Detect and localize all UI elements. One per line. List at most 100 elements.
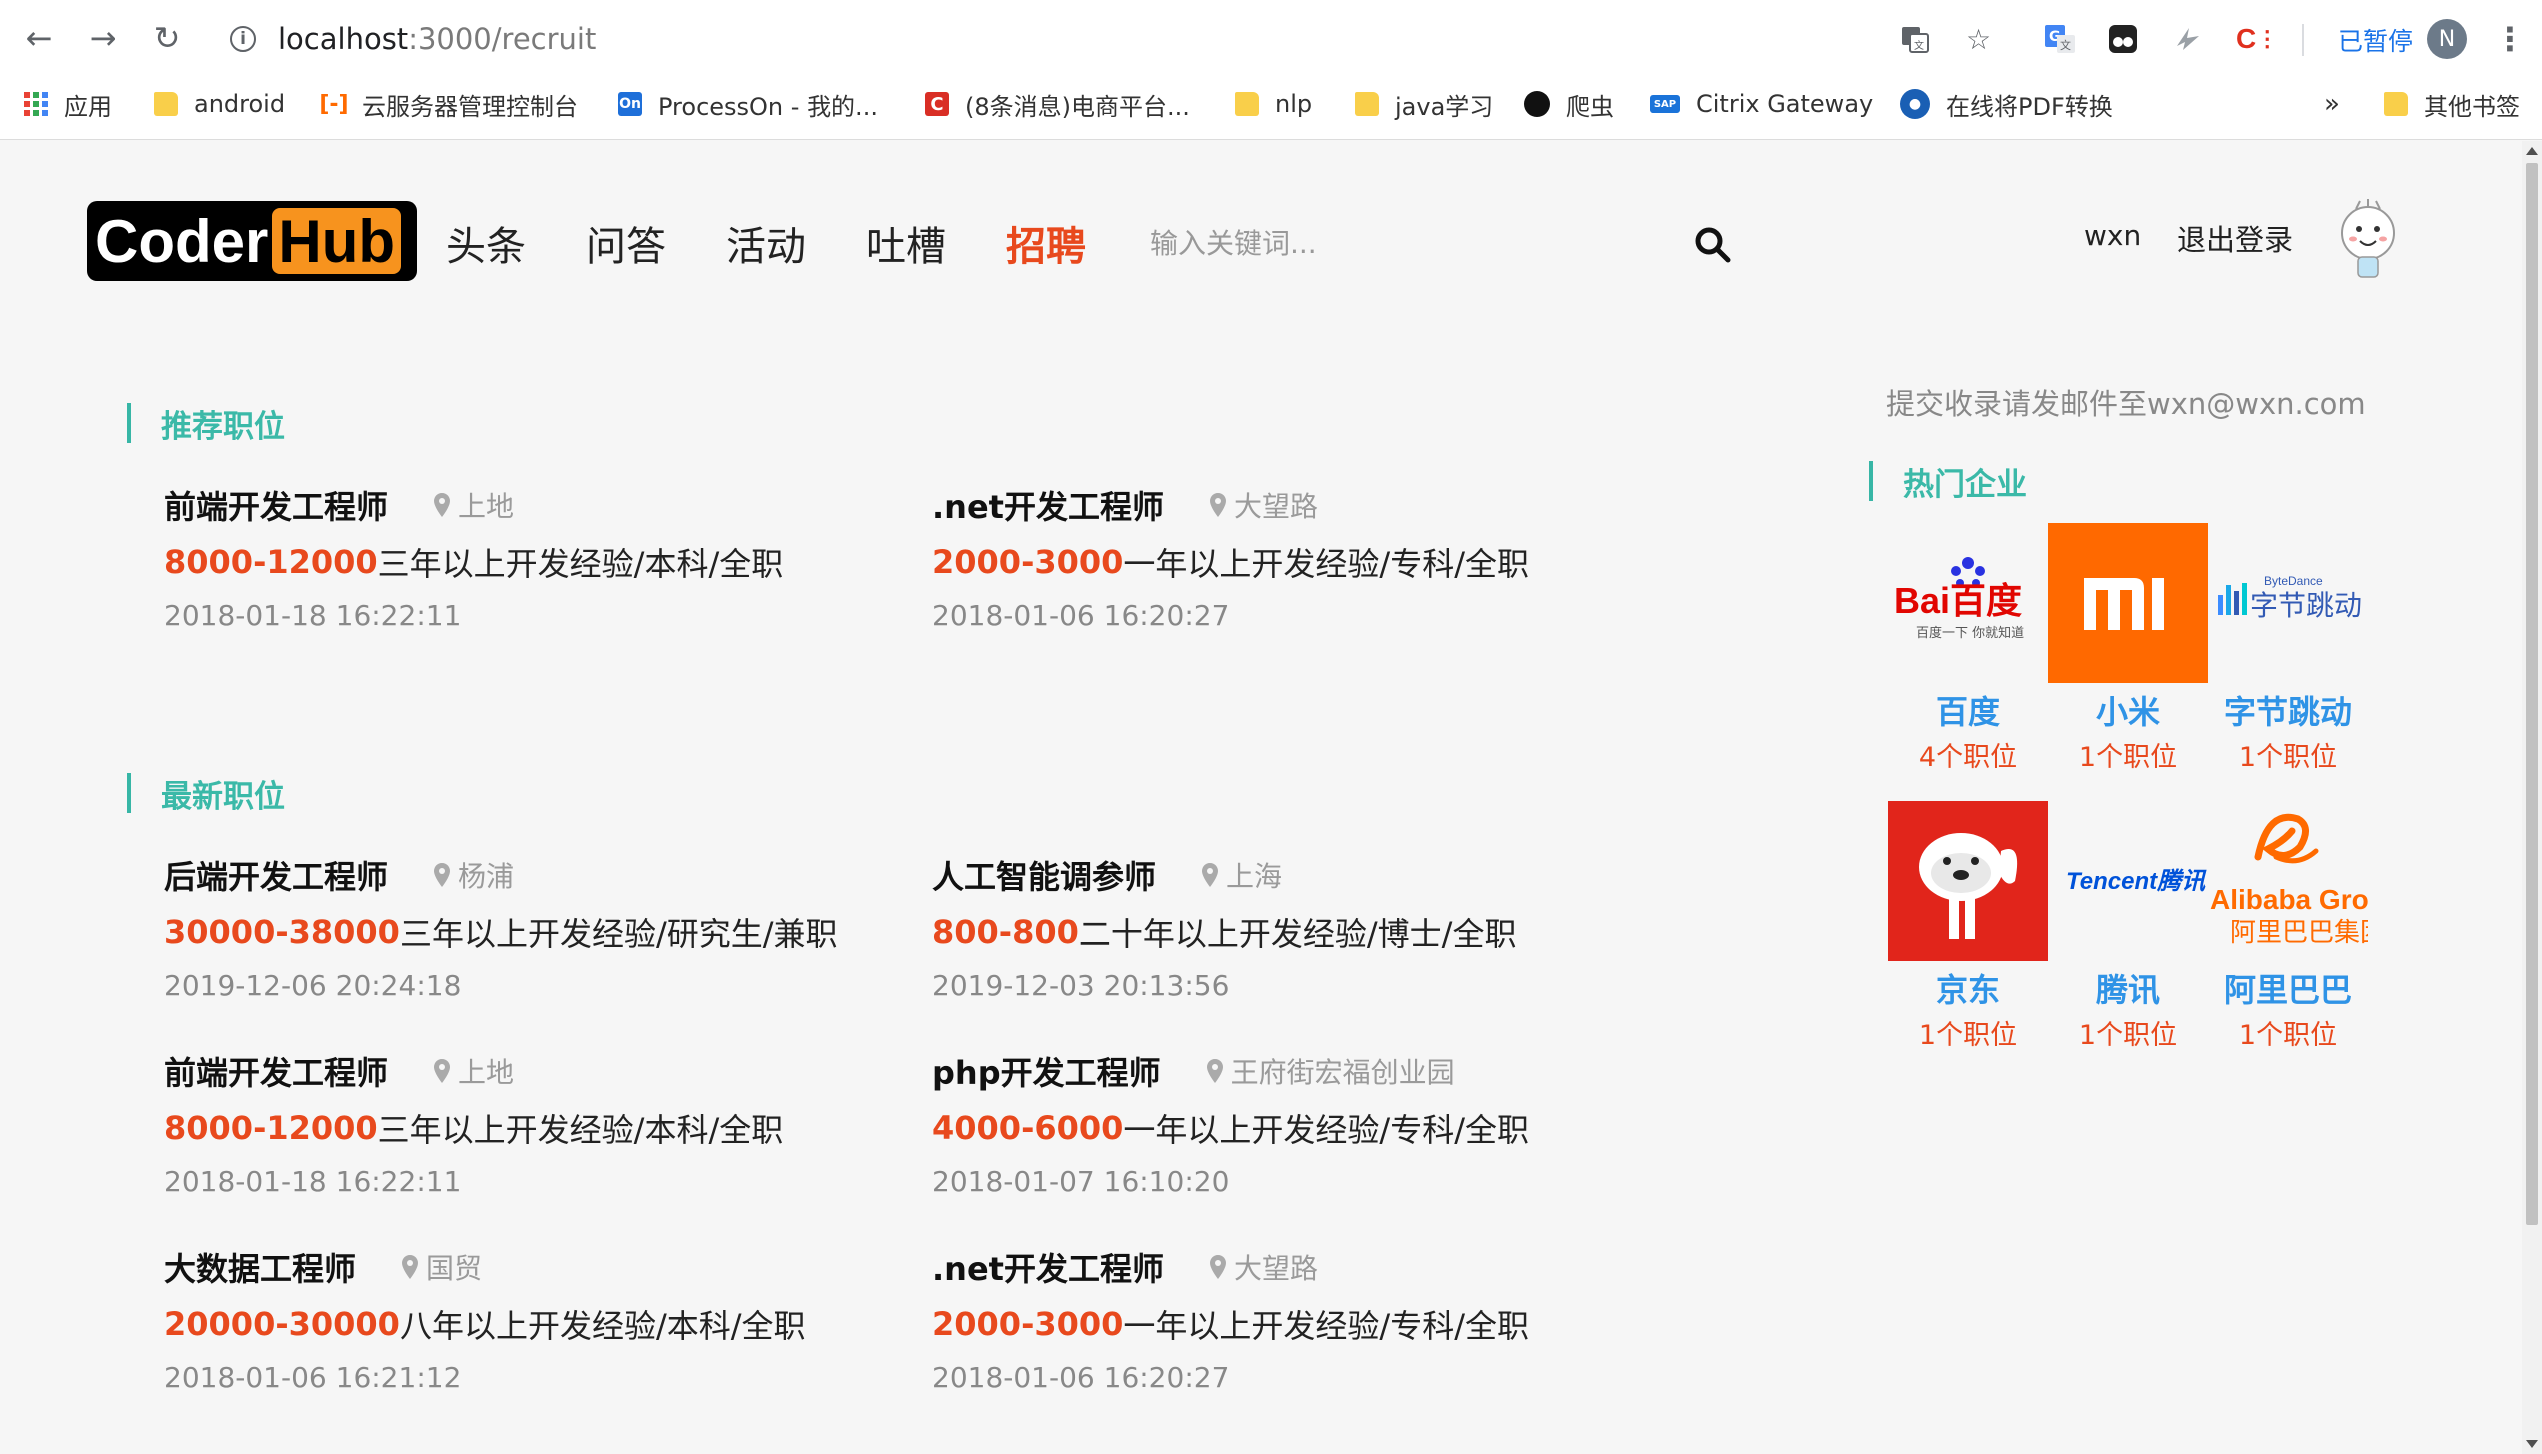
location-pin-icon (434, 863, 451, 887)
nav-headlines[interactable]: 头条 (446, 211, 526, 275)
company-name[interactable]: 字节跳动 (2208, 687, 2368, 733)
job-location: 大望路 (1209, 485, 1318, 525)
forward-icon[interactable]: → (84, 19, 122, 57)
profile-avatar[interactable]: N (2427, 19, 2467, 59)
username-label[interactable]: wxn (2084, 219, 2141, 252)
nav-events[interactable]: 活动 (726, 211, 806, 275)
bookmark-star-icon[interactable]: ☆ (1966, 20, 1991, 58)
company-name[interactable]: 阿里巴巴 (2208, 965, 2368, 1011)
google-translate-ext-icon[interactable]: G文 (2043, 20, 2077, 58)
csdn-icon: C (925, 92, 949, 116)
site-page: Coder Hub 头条 问答 活动 吐槽 招聘 wxn 退出登录 推荐职位 前… (0, 141, 2522, 1454)
bookmark-apps[interactable]: 应用 (24, 80, 112, 128)
bookmark-citrix[interactable]: SAP Citrix Gateway (1650, 80, 1873, 128)
bookmark-label: nlp (1275, 90, 1313, 118)
bookmark-other[interactable]: 其他书签 (2384, 80, 2520, 128)
scroll-down-icon[interactable] (2526, 1440, 2538, 1448)
company-card[interactable]: 京东 1个职位 (1888, 801, 2048, 1051)
company-card[interactable]: Bai百度 百度一下 你就知道 百度 4个职位 (1888, 523, 2048, 773)
job-title[interactable]: 大数据工程师 (164, 1244, 356, 1290)
tencent-logo: Tencent腾讯 (2048, 801, 2208, 961)
company-name[interactable]: 京东 (1888, 965, 2048, 1011)
reload-icon[interactable]: ↻ (148, 19, 186, 57)
scrollbar-thumb[interactable] (2526, 163, 2538, 1225)
job-title[interactable]: 后端开发工程师 (164, 852, 388, 898)
user-avatar[interactable] (2336, 197, 2400, 279)
job-card[interactable]: 后端开发工程师 杨浦 30000-38000 三年以上开发经验/研究生/兼职 20… (164, 853, 924, 1033)
job-requirements: 二十年以上开发经验/博士/全职 (1078, 915, 1517, 953)
company-card[interactable]: Tencent腾讯 腾讯 1个职位 (2048, 801, 2208, 1051)
company-card[interactable]: ByteDance 字节跳动 字节跳动 1个职位 (2208, 523, 2368, 773)
logout-button[interactable]: 退出登录 (2177, 217, 2293, 259)
logo-text-hub: Hub (272, 208, 401, 275)
company-card[interactable]: Alibaba Group 阿里巴巴集团 阿里巴巴 1个职位 (2208, 801, 2368, 1051)
job-title[interactable]: .net开发工程师 (932, 482, 1164, 528)
job-card[interactable]: .net开发工程师 大望路 2000-3000 一年以上开发经验/专科/全职 20… (932, 483, 1692, 663)
nav-qa[interactable]: 问答 (586, 211, 666, 275)
sync-paused-label[interactable]: 已暂停 (2338, 22, 2413, 58)
bookmarks-bar: 应用 android [-] 云服务器管理控制台 On ProcessOn - … (0, 80, 2542, 128)
job-title[interactable]: 前端开发工程师 (164, 1048, 388, 1094)
baidu-logo: Bai百度 百度一下 你就知道 (1888, 523, 2048, 683)
company-job-count: 1个职位 (2238, 742, 2338, 773)
company-name[interactable]: 腾讯 (2048, 965, 2208, 1011)
tampermonkey-icon[interactable] (2107, 20, 2139, 58)
coderhub-logo[interactable]: Coder Hub (87, 201, 417, 281)
translate-icon[interactable]: G文 (1900, 20, 1930, 58)
company-card[interactable]: 小米 1个职位 (2048, 523, 2208, 773)
job-card[interactable]: 大数据工程师 国贸 20000-30000 八年以上开发经验/本科/全职 2018… (164, 1245, 924, 1425)
job-title[interactable]: 前端开发工程师 (164, 482, 388, 528)
bookmark-label: 爬虫 (1566, 92, 1614, 121)
bookmark-label: Citrix Gateway (1696, 90, 1874, 118)
company-job-count: 1个职位 (2078, 742, 2178, 773)
folder-icon (1355, 92, 1379, 116)
cnki-extension-icon[interactable]: C ⋮ (2236, 20, 2278, 58)
job-date: 2019-12-03 20:13:56 (932, 968, 1230, 1002)
job-salary: 800-800 (932, 913, 1079, 951)
aliyun-icon: [-] (319, 91, 349, 117)
job-location-text: 王府街宏福创业园 (1230, 1056, 1455, 1089)
scroll-up-icon[interactable] (2526, 147, 2538, 155)
url-host: localhost (278, 22, 409, 56)
url-path: :3000/recruit (408, 22, 597, 56)
url-bar[interactable]: i localhost:3000/recruit (230, 20, 596, 58)
job-title[interactable]: php开发工程师 (932, 1048, 1161, 1094)
extension-bird-icon[interactable] (2173, 20, 2203, 58)
job-card[interactable]: 人工智能调参师 上海 800-800 二十年以上开发经验/博士/全职 2019-1… (932, 853, 1692, 1033)
bookmark-aliyun[interactable]: [-] 云服务器管理控制台 (319, 80, 578, 128)
job-title[interactable]: .net开发工程师 (932, 1244, 1164, 1290)
search-input[interactable] (1150, 213, 1710, 273)
bookmarks-overflow[interactable]: » (2324, 80, 2340, 128)
job-card[interactable]: .net开发工程师 大望路 2000-3000 一年以上开发经验/专科/全职 20… (932, 1245, 1692, 1425)
bookmark-pdf[interactable]: ● 在线将PDF转换 (1900, 80, 2113, 128)
job-card[interactable]: 前端开发工程师 上地 8000-12000 三年以上开发经验/本科/全职 2018… (164, 483, 924, 663)
bookmark-csdn[interactable]: C (8条消息)电商平台... (925, 80, 1190, 128)
bookmark-processon[interactable]: On ProcessOn - 我的... (618, 80, 878, 128)
search-icon[interactable] (1693, 225, 1733, 265)
back-icon[interactable]: ← (20, 19, 58, 57)
baidu-logo-sub: 百度一下 你就知道 (1916, 625, 2024, 641)
pdf-icon: ● (1900, 89, 1930, 119)
chrome-menu-icon[interactable]: ⋮ (2494, 19, 2526, 59)
company-name[interactable]: 百度 (1888, 687, 2048, 733)
job-requirements: 一年以上开发经验/专科/全职 (1123, 545, 1529, 583)
job-card[interactable]: php开发工程师 王府街宏福创业园 4000-6000 一年以上开发经验/专科/全… (932, 1049, 1692, 1229)
location-pin-icon (434, 1059, 451, 1083)
company-name[interactable]: 小米 (2048, 687, 2208, 733)
bookmark-android[interactable]: android (154, 80, 285, 128)
nav-rants[interactable]: 吐槽 (866, 211, 946, 275)
job-title[interactable]: 人工智能调参师 (932, 852, 1156, 898)
bookmark-crawler[interactable]: 爬虫 (1524, 80, 1614, 128)
job-date: 2018-01-18 16:22:11 (164, 598, 462, 632)
job-requirements: 三年以上开发经验/本科/全职 (377, 1111, 784, 1149)
folder-icon (2384, 92, 2408, 116)
job-card[interactable]: 前端开发工程师 上地 8000-12000 三年以上开发经验/本科/全职 2018… (164, 1049, 924, 1229)
nav-recruit[interactable]: 招聘 (1006, 211, 1086, 275)
site-info-icon[interactable]: i (230, 26, 256, 52)
bookmark-java[interactable]: java学习 (1355, 80, 1493, 128)
job-salary: 2000-3000 (932, 1305, 1124, 1343)
job-date: 2018-01-07 16:10:20 (932, 1164, 1230, 1198)
bookmark-nlp[interactable]: nlp (1235, 80, 1312, 128)
page-scrollbar[interactable] (2522, 141, 2542, 1454)
job-location-text: 国贸 (426, 1252, 483, 1285)
